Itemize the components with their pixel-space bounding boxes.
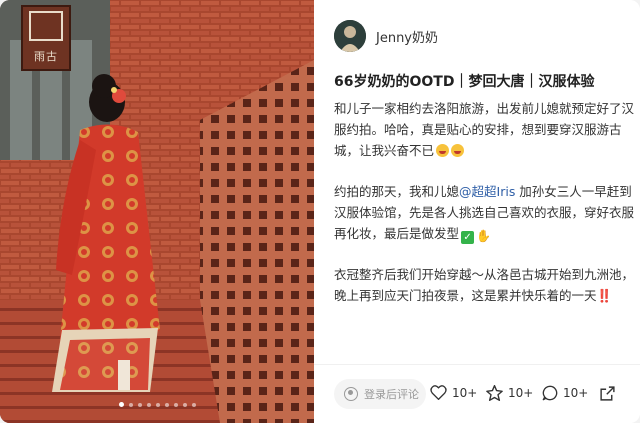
- avatar[interactable]: [334, 20, 366, 52]
- shop-sign-text: 雨古: [34, 50, 58, 63]
- carousel-dot[interactable]: [182, 402, 187, 407]
- carousel-dot[interactable]: [118, 402, 124, 407]
- user-mention-link[interactable]: @超超Iris: [459, 184, 515, 199]
- paragraph-2: 约拍的那天，我和儿媳@超超Iris 加孙女三人一早赶到汉服体验馆，先是各人挑选自…: [334, 181, 634, 244]
- paragraph-3: 衣冠整齐后我们开始穿越～从洛邑古城开始到九洲池，晚上再到应天门拍夜景，这是累并快…: [334, 267, 635, 303]
- paragraph-1: 和儿子一家相约去洛阳旅游，出发前儿媳就预定好了汉服约拍。哈哈，真是贴心的安排，想…: [334, 98, 634, 161]
- carousel-indicator: [0, 402, 314, 407]
- comment-input[interactable]: 登录后评论: [334, 379, 426, 409]
- comment-count: 10+: [563, 386, 589, 400]
- paragraph-1-text: 和儿子一家相约去洛阳旅游，出发前儿媳就预定好了汉服约拍。哈哈，真是贴心的安排，想…: [334, 101, 635, 158]
- favorite-count: 10+: [508, 386, 534, 400]
- carousel-dot[interactable]: [146, 402, 151, 407]
- post-body: 和儿子一家相约去洛阳旅游，出发前儿媳就预定好了汉服约拍。哈哈，真是贴心的安排，想…: [334, 98, 634, 326]
- heart-icon: [430, 385, 447, 400]
- post-title: 66岁奶奶的OOTD｜梦回大唐｜汉服体验: [334, 74, 595, 90]
- paragraph-2-text-before: 约拍的那天，我和儿媳: [334, 184, 460, 199]
- post-content: Jenny奶奶 66岁奶奶的OOTD｜梦回大唐｜汉服体验 和儿子一家相约去洛阳旅…: [314, 0, 640, 423]
- post-card: 雨古 Jenny奶奶 66岁奶奶的OOTD｜梦回大唐｜汉服体验 和儿子一家相约去…: [0, 0, 640, 423]
- author-name[interactable]: Jenny奶奶: [376, 27, 438, 46]
- share-icon: [600, 386, 615, 401]
- comment-button[interactable]: 10+: [542, 385, 588, 401]
- carousel-dot[interactable]: [155, 402, 160, 407]
- like-count: 10+: [452, 385, 478, 400]
- like-button[interactable]: 10+: [430, 385, 477, 400]
- comment-placeholder: 登录后评论: [364, 388, 419, 401]
- post-photo[interactable]: 雨古: [0, 0, 314, 423]
- action-bar: 登录后评论 10+ 10+ 10+: [314, 364, 640, 423]
- check-mark-emoji-icon: ✓: [461, 231, 475, 244]
- star-icon: [486, 385, 503, 401]
- laughing-emoji-icon: [436, 144, 450, 157]
- share-button[interactable]: [599, 385, 621, 402]
- chat-bubble-icon: [542, 385, 558, 401]
- carousel-dot[interactable]: [191, 402, 196, 407]
- author-header: Jenny奶奶: [334, 20, 438, 52]
- avatar-image: [334, 20, 366, 52]
- favorite-button[interactable]: 10+: [486, 385, 533, 401]
- carousel-dot[interactable]: [137, 402, 142, 407]
- carousel-dot[interactable]: [164, 402, 169, 407]
- hand-emoji-icon: ✋: [476, 229, 491, 243]
- laughing-emoji-icon: [451, 144, 465, 157]
- carousel-dot[interactable]: [128, 402, 133, 407]
- carousel-dot[interactable]: [173, 402, 178, 407]
- user-avatar-icon: [344, 387, 358, 401]
